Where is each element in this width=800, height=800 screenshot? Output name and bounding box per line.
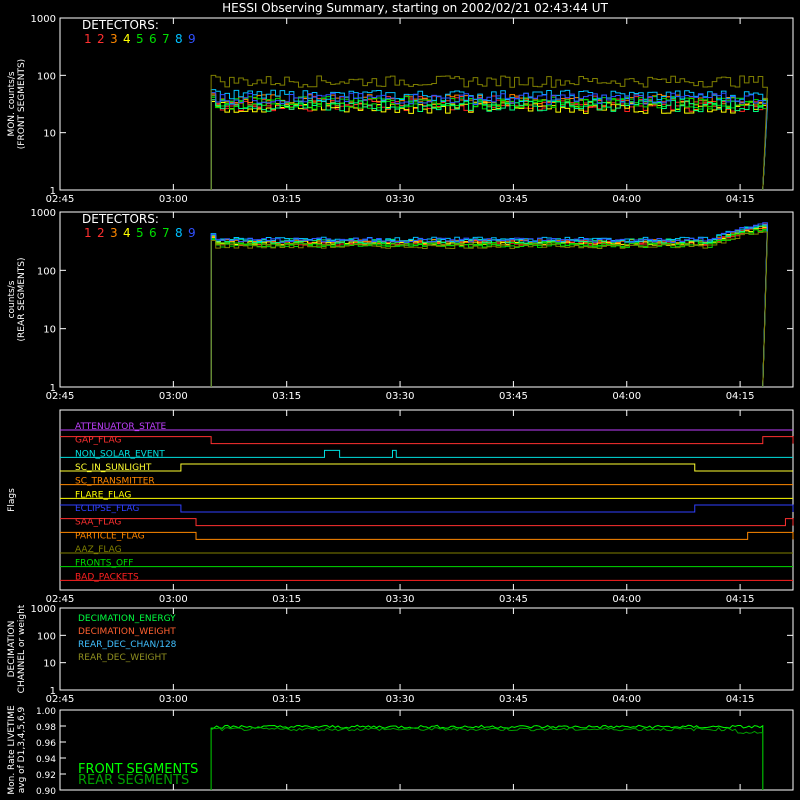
rear-detector-label-5: 5 (136, 226, 144, 240)
flag-label: SC_TRANSMITTER (75, 477, 155, 487)
rear-y-tick-label: 10 (43, 325, 56, 336)
flag-label: NON_SOLAR_EVENT (75, 449, 165, 459)
rear-detector-label-3: 3 (110, 226, 118, 240)
decimation-legend-item: DECIMATION_ENERGY (78, 614, 176, 624)
front-detector-label-1: 1 (84, 32, 92, 46)
flag-label: ATTENUATOR_STATE (75, 422, 167, 432)
plot-title: HESSI Observing Summary, starting on 200… (222, 1, 608, 15)
flags-x-tick-label: 03:30 (386, 594, 415, 605)
front-y-tick-label: 100 (37, 71, 56, 82)
front-detector-label-7: 7 (162, 32, 170, 46)
front-detectors-header: DETECTORS: (82, 18, 159, 32)
livetime-y-tick-label: 0.98 (36, 723, 56, 733)
livetime-legend-item: REAR SEGMENTS (78, 773, 189, 788)
livetime-y-tick-label: 0.92 (36, 771, 56, 781)
front-x-tick-label: 04:00 (612, 194, 641, 205)
rear-detector-label-7: 7 (162, 226, 170, 240)
decimation-x-tick-label: 03:00 (159, 694, 188, 705)
rear-detector-label-8: 8 (175, 226, 183, 240)
rear-detector-label-2: 2 (97, 226, 105, 240)
decimation-x-tick-label: 04:00 (612, 694, 641, 705)
flags-y-label: Flags (7, 488, 17, 512)
flags-x-tick-label: 04:15 (726, 594, 755, 605)
rear-x-tick-label: 04:15 (726, 391, 755, 402)
front-x-tick-label: 03:45 (499, 194, 528, 205)
front-detector-label-4: 4 (123, 32, 131, 46)
rear-y-tick-label: 1000 (31, 208, 56, 219)
observing-summary-plot: HESSI Observing Summary, starting on 200… (0, 0, 800, 800)
livetime-y-tick-label: 0.96 (36, 739, 56, 749)
front-detector-label-6: 6 (149, 32, 157, 46)
flags-x-tick-label: 03:45 (499, 594, 528, 605)
rear-detector-label-4: 4 (123, 226, 131, 240)
front-y-label: (FRONT SEGMENTS) (17, 59, 27, 149)
front-x-tick-label: 03:00 (159, 194, 188, 205)
front-y-tick-label: 1 (50, 186, 56, 197)
decimation-x-tick-label: 03:15 (272, 694, 301, 705)
flag-label: SC_IN_SUNLIGHT (75, 463, 152, 473)
flag-label: GAP_FLAG (75, 436, 121, 446)
flag-label: ECLIPSE_FLAG (75, 504, 139, 514)
flags-x-tick-label: 03:00 (159, 594, 188, 605)
flags-x-tick-label: 04:00 (612, 594, 641, 605)
rear-detector-label-1: 1 (84, 226, 92, 240)
rear-x-tick-label: 03:15 (272, 391, 301, 402)
decimation-y-tick-label: 100 (37, 631, 56, 642)
front-detector-label-2: 2 (97, 32, 105, 46)
decimation-x-tick-label: 03:45 (499, 694, 528, 705)
rear-detector-label-6: 6 (149, 226, 157, 240)
decimation-legend-item: DECIMATION_WEIGHT (78, 627, 176, 637)
flag-label: BAD_PACKETS (75, 572, 139, 582)
rear-y-tick-label: 100 (37, 266, 56, 277)
flags-x-tick-label: 03:15 (272, 594, 301, 605)
rear-x-tick-label: 04:00 (612, 391, 641, 402)
flag-label: SAA_FLAG (75, 518, 121, 528)
front-x-tick-label: 04:15 (726, 194, 755, 205)
livetime-y-tick-label: 1.00 (36, 707, 56, 717)
decimation-x-tick-label: 03:30 (386, 694, 415, 705)
livetime-y-label: avg of D1,3,4,5,6,9 (17, 706, 27, 793)
rear-y-label: (REAR SEGMENTS) (17, 257, 27, 341)
flag-label: FRONTS_OFF (75, 559, 133, 569)
rear-x-tick-label: 03:00 (159, 391, 188, 402)
rear-x-tick-label: 03:45 (499, 391, 528, 402)
front-x-tick-label: 03:15 (272, 194, 301, 205)
rear-y-tick-label: 1 (50, 383, 56, 394)
rear-detectors-header: DETECTORS: (82, 212, 159, 226)
rear-y-label: counts/s (7, 280, 17, 318)
front-detector-label-9: 9 (188, 32, 196, 46)
front-y-tick-label: 1000 (31, 14, 56, 25)
flag-label: FLARE_FLAG (75, 490, 131, 500)
flag-label: PARTICLE_FLAG (75, 531, 145, 541)
front-y-label: MON. counts/s (7, 71, 17, 136)
decimation-y-label: DECIMATION (7, 621, 17, 678)
decimation-legend-item: REAR_DEC_CHAN/128 (78, 640, 177, 650)
rear-detector-label-9: 9 (188, 226, 196, 240)
decimation-y-tick-label: 1 (50, 686, 56, 697)
front-detector-label-8: 8 (175, 32, 183, 46)
livetime-y-tick-label: 0.94 (36, 755, 56, 765)
decimation-y-tick-label: 1000 (31, 604, 56, 615)
livetime-y-label: Mon. Rate LIVETIME (7, 705, 17, 795)
rear-x-tick-label: 03:30 (386, 391, 415, 402)
flag-label: AAZ_FLAG (75, 545, 122, 555)
decimation-y-label: CHANNEL or weight (17, 604, 27, 693)
front-detector-label-3: 3 (110, 32, 118, 46)
front-y-tick-label: 10 (43, 129, 56, 140)
decimation-x-tick-label: 04:15 (726, 694, 755, 705)
decimation-legend-item: REAR_DEC_WEIGHT (78, 653, 167, 663)
livetime-y-tick-label: 0.90 (36, 787, 56, 797)
front-x-tick-label: 03:30 (386, 194, 415, 205)
decimation-y-tick-label: 10 (43, 659, 56, 670)
front-detector-label-5: 5 (136, 32, 144, 46)
